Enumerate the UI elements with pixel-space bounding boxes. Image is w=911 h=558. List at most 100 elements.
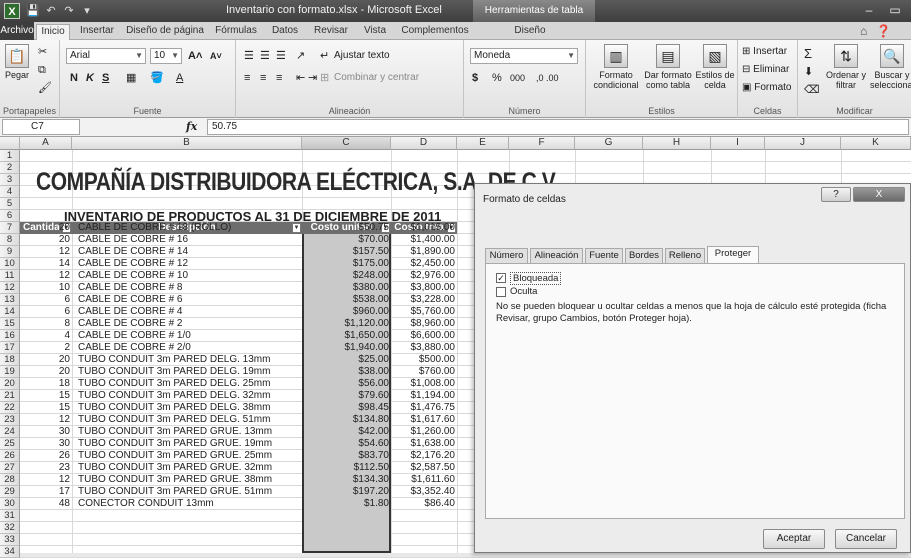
table-cell[interactable]: TUBO CONDUIT 3m PARED DELG. 32mm: [72, 390, 300, 402]
table-cell[interactable]: 2: [20, 342, 70, 354]
tab-fuente[interactable]: Fuente: [585, 248, 623, 263]
table-cell[interactable]: TUBO CONDUIT 3m PARED DELG. 13mm: [72, 354, 300, 366]
table-cell[interactable]: $197.20: [302, 486, 389, 498]
row-header[interactable]: 13: [0, 294, 20, 306]
locked-checkbox[interactable]: ✓: [496, 273, 506, 283]
table-cell[interactable]: $1,940.00: [302, 342, 390, 354]
format-as-table-button[interactable]: ▤ Dar formato como tabla: [644, 44, 692, 90]
font-shrink-button[interactable]: A˅: [210, 48, 222, 64]
tab-archivo[interactable]: Archivo: [0, 22, 34, 40]
undo-icon[interactable]: ↶: [44, 4, 58, 18]
table-cell[interactable]: $1,476.75: [391, 402, 456, 414]
table-cell[interactable]: $960.00: [302, 306, 389, 318]
sort-filter-button[interactable]: ⇅ Ordenar y filtrar: [824, 44, 868, 90]
tab-inicio[interactable]: Inicio: [36, 24, 70, 40]
row-header[interactable]: 34: [0, 546, 20, 558]
table-cell[interactable]: TUBO CONDUIT 3m PARED DELG. 25mm: [72, 378, 300, 390]
row-header[interactable]: 12: [0, 282, 20, 294]
table-cell[interactable]: $3,228.00: [391, 294, 456, 306]
row-header[interactable]: 31: [0, 510, 20, 522]
align-right-icon[interactable]: ≡: [276, 70, 282, 86]
orientation-icon[interactable]: ↗: [296, 48, 305, 64]
table-cell[interactable]: $380.00: [302, 282, 389, 294]
font-grow-button[interactable]: A˄: [188, 48, 202, 64]
table-cell[interactable]: CABLE DE COBRE # 6: [72, 294, 300, 306]
column-header-c[interactable]: C: [302, 137, 391, 150]
table-cell[interactable]: CABLE DE COBRE # 12: [72, 258, 300, 270]
underline-button[interactable]: S: [102, 70, 109, 86]
column-header-i[interactable]: I: [711, 137, 765, 150]
align-top-icon[interactable]: ☰: [244, 48, 254, 64]
table-cell[interactable]: TUBO CONDUIT 3m PARED GRUE. 25mm: [72, 450, 300, 462]
insert-cells-button[interactable]: ⊞ Insertar: [742, 46, 787, 57]
tab-alineacion[interactable]: Alineación: [530, 248, 583, 263]
column-header-h[interactable]: H: [643, 137, 711, 150]
row-header[interactable]: 30: [0, 498, 20, 510]
row-header[interactable]: 17: [0, 342, 20, 354]
table-cell[interactable]: $760.00: [391, 366, 455, 378]
row-header[interactable]: 1: [0, 150, 20, 162]
row-header[interactable]: 25: [0, 438, 20, 450]
insert-function-icon[interactable]: fx: [186, 120, 197, 133]
table-cell[interactable]: 20: [20, 366, 70, 378]
row-header[interactable]: 20: [0, 378, 20, 390]
table-cell[interactable]: 14: [20, 258, 70, 270]
decimals-buttons[interactable]: ,0 .00: [536, 70, 559, 86]
tab-relleno[interactable]: Relleno: [665, 248, 705, 263]
font-name-combo[interactable]: Arial ▼: [66, 48, 146, 64]
wrap-text-button[interactable]: Ajustar texto: [334, 50, 390, 61]
table-cell[interactable]: TUBO CONDUIT 3m PARED GRUE. 13mm: [72, 426, 300, 438]
table-cell[interactable]: 18: [20, 378, 70, 390]
row-header[interactable]: 26: [0, 450, 20, 462]
tab-diseno-pagina[interactable]: Diseño de página: [124, 24, 206, 40]
dialog-help-button[interactable]: ?: [821, 187, 851, 202]
table-cell[interactable]: $2,976.00: [391, 270, 456, 282]
tab-numero[interactable]: Número: [485, 248, 528, 263]
table-cell[interactable]: 6: [20, 306, 70, 318]
row-header[interactable]: 16: [0, 330, 20, 342]
table-cell[interactable]: $175.00: [302, 258, 389, 270]
table-cell[interactable]: 20: [20, 222, 70, 234]
table-cell[interactable]: 23: [20, 462, 70, 474]
locked-label[interactable]: Bloqueada: [510, 272, 562, 285]
table-cell[interactable]: 20: [20, 354, 70, 366]
table-cell[interactable]: $1,260.00: [391, 426, 456, 438]
bold-button[interactable]: N: [70, 70, 78, 86]
fill-icon[interactable]: ⬇: [804, 64, 813, 80]
table-cell[interactable]: $157.50: [302, 246, 389, 258]
table-cell[interactable]: $3,800.00: [391, 282, 456, 294]
table-cell[interactable]: $538.00: [302, 294, 389, 306]
table-cell[interactable]: $98.45: [302, 402, 389, 414]
help-icon[interactable]: ❓: [876, 24, 891, 38]
minimize-ribbon-icon[interactable]: ⌂: [860, 24, 867, 38]
table-cell[interactable]: $83.70: [302, 450, 389, 462]
table-cell[interactable]: $1,194.00: [391, 390, 456, 402]
table-cell[interactable]: $2,450.00: [391, 258, 456, 270]
row-header[interactable]: 24: [0, 426, 20, 438]
row-header[interactable]: 33: [0, 534, 20, 546]
align-center-icon[interactable]: ≡: [260, 70, 266, 86]
table-cell[interactable]: 12: [20, 246, 70, 258]
table-cell[interactable]: TUBO CONDUIT 3m PARED DELG. 51mm: [72, 414, 300, 426]
tab-datos[interactable]: Datos: [266, 24, 304, 40]
format-cells-button[interactable]: ▣ Formato: [742, 82, 791, 93]
table-cell[interactable]: CABLE DE COBRE # 8: [72, 282, 300, 294]
column-header-e[interactable]: E: [457, 137, 509, 150]
table-cell[interactable]: $2,587.50: [391, 462, 456, 474]
increase-indent-icon[interactable]: ⇥: [308, 70, 317, 86]
hidden-label[interactable]: Oculta: [510, 286, 537, 297]
currency-button[interactable]: $: [472, 70, 478, 86]
table-cell[interactable]: 12: [20, 270, 70, 282]
column-header-b[interactable]: B: [72, 137, 302, 150]
font-color-icon[interactable]: A: [176, 70, 183, 86]
table-cell[interactable]: 12: [20, 414, 70, 426]
column-header-f[interactable]: F: [509, 137, 575, 150]
merge-center-icon[interactable]: ⊞: [320, 70, 329, 86]
table-cell[interactable]: $134.30: [302, 474, 389, 486]
number-format-combo[interactable]: Moneda ▼: [470, 48, 578, 64]
table-cell[interactable]: 6: [20, 294, 70, 306]
wrap-text-icon[interactable]: ↵: [320, 48, 329, 64]
table-cell[interactable]: $1,120.00: [302, 318, 390, 330]
excel-app-icon[interactable]: X: [4, 3, 20, 19]
row-header[interactable]: 19: [0, 366, 20, 378]
